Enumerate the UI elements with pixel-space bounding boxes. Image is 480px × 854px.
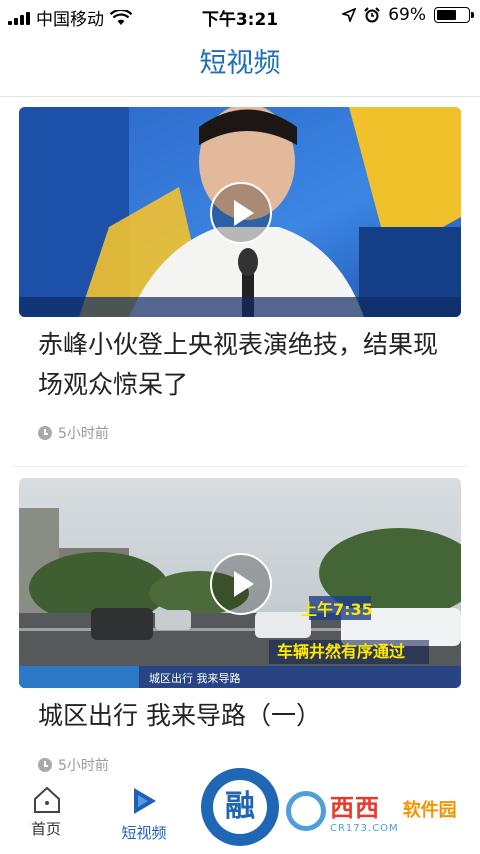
- time-ago: 5小时前: [58, 758, 109, 774]
- video-title[interactable]: 赤峰小伙登上央视表演绝技，结果现场观众惊呆了: [38, 325, 448, 405]
- battery-icon: [434, 7, 474, 23]
- watermark-tag: 软件园: [402, 800, 457, 821]
- video-meta: 5小时前: [38, 755, 109, 775]
- watermark-logo: 西西 CR173.COM 软件园: [286, 788, 472, 834]
- page-title: 短视频: [0, 32, 480, 97]
- watermark-ring-icon: [286, 791, 326, 831]
- tab-short-video[interactable]: 短视频: [104, 786, 184, 843]
- status-bar: 中国移动 下午3:21 69%: [0, 0, 480, 32]
- play-button-icon[interactable]: [210, 182, 272, 244]
- watermark-site: CR173.COM: [330, 823, 399, 834]
- play-button-icon[interactable]: [210, 553, 272, 615]
- video-thumbnail[interactable]: 上午7:35 车辆井然有序通过 城区出行 我来导路: [19, 478, 461, 688]
- home-icon: [32, 786, 60, 813]
- overlay-time: 上午7:35: [301, 600, 373, 619]
- clock-icon: [38, 758, 52, 772]
- alarm-icon: [364, 7, 380, 23]
- battery-percent: 69%: [388, 5, 426, 25]
- overlay-caption: 车辆井然有序通过: [277, 642, 406, 661]
- watermark-name: 西西: [330, 794, 380, 822]
- tab-label: 短视频: [121, 824, 167, 842]
- video-meta: 5小时前: [38, 423, 109, 443]
- video-thumbnail[interactable]: [19, 107, 461, 317]
- tab-home[interactable]: 首页: [6, 786, 86, 839]
- center-logo-text: 融: [213, 780, 267, 834]
- divider: [12, 466, 468, 467]
- center-logo-button[interactable]: 融: [201, 768, 279, 846]
- video-play-icon: [129, 786, 159, 816]
- tab-label: 首页: [30, 820, 61, 838]
- clock-icon: [38, 426, 52, 440]
- location-arrow-icon: [342, 8, 357, 22]
- video-title[interactable]: 城区出行 我来导路（一）: [38, 696, 448, 736]
- overlay-bottom-text: 城区出行 我来导路: [149, 672, 241, 685]
- tab-bar: 首页 短视频 融 西西 CR173.COM 软件园: [0, 768, 480, 854]
- time-ago: 5小时前: [58, 426, 109, 442]
